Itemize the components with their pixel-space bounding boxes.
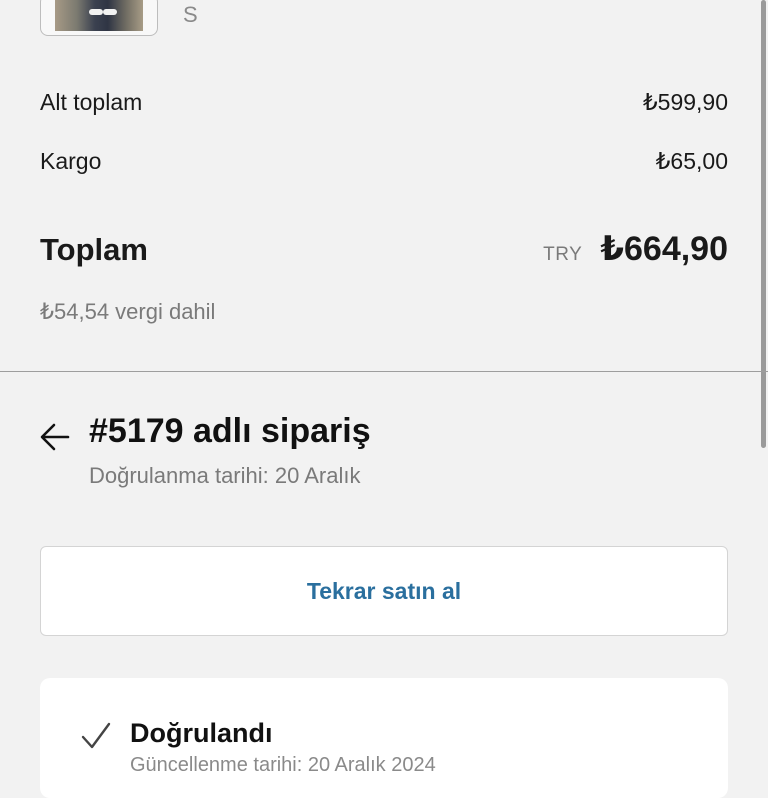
status-title: Doğrulandı [130,718,273,748]
subtotal-label: Alt toplam [40,89,143,115]
currency-code: TRY [543,244,583,265]
back-button[interactable] [38,420,72,454]
section-divider [0,371,768,372]
product-variant: S [183,2,198,27]
shipping-label: Kargo [40,148,102,174]
status-card: Doğrulandı Güncellenme tarihi: 20 Aralık… [40,678,728,798]
product-image [55,0,143,31]
order-summary: S Alt toplam ₺599,90 Kargo ₺65,00 Toplam… [0,0,768,372]
checkmark-icon [81,722,111,749]
total-amount-group: TRY ₺664,90 [543,229,728,269]
buy-again-label: Tekrar satın al [306,577,462,604]
subtotal-value: ₺599,90 [643,89,728,115]
total-row: Toplam TRY ₺664,90 [40,229,728,269]
status-updated-date: Güncellenme tarihi: 20 Aralık 2024 [130,754,436,776]
arrow-left-icon [40,423,70,451]
subtotal-row: Alt toplam ₺599,90 [40,89,728,116]
order-title: #5179 adlı sipariş [89,412,371,450]
total-value: ₺664,90 [600,230,728,268]
product-image-detail [89,9,103,15]
product-image-detail [103,9,117,15]
tax-note: ₺54,54 vergi dahil [40,299,216,324]
product-thumbnail[interactable] [40,0,158,36]
total-label: Toplam [40,232,148,267]
shipping-row: Kargo ₺65,00 [40,148,728,175]
shipping-value: ₺65,00 [655,148,728,174]
buy-again-button[interactable]: Tekrar satın al [40,546,728,636]
order-confirmed-date: Doğrulanma tarihi: 20 Aralık [89,463,361,488]
